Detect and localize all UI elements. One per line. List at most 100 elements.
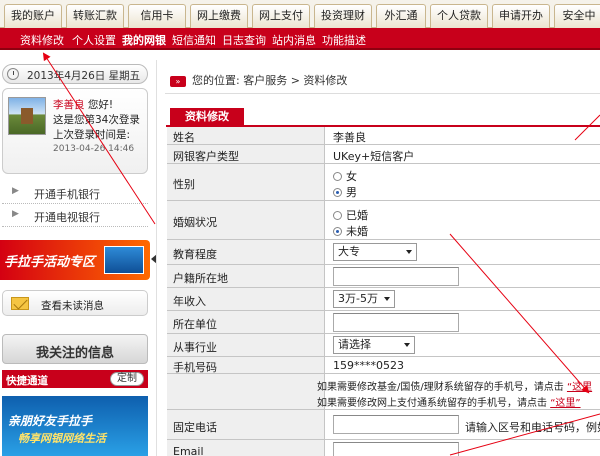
- quick-access-bar: 快捷通道 定制: [2, 370, 148, 388]
- form-row-mobile-notes: 如果需要修改基金/国债/理财系统留存的手机号，请点击 “这里 如果需要修改网上支…: [167, 374, 600, 410]
- subnav-feature-desc[interactable]: 功能描述: [322, 32, 366, 48]
- divider: [156, 60, 157, 456]
- education-label: 教育程度: [173, 248, 217, 261]
- chevron-down-icon: [384, 297, 390, 301]
- tab-online-pay[interactable]: 网上支付: [252, 4, 310, 28]
- form-row-hukou: 户籍所在地: [167, 265, 600, 288]
- radio-button[interactable]: [333, 188, 342, 197]
- user-name: 李善良: [53, 99, 85, 111]
- landline-hint: 请输入区号和电话号码，例如:: [465, 421, 600, 434]
- tab-investment[interactable]: 投资理财: [314, 4, 372, 28]
- tab-forex[interactable]: 外汇通: [376, 4, 426, 28]
- sub-navigation: 资料修改 个人设置 我的网银 短信通知 日志查询 站内消息 功能描述: [0, 28, 600, 50]
- form-row-employer: 所在单位: [167, 311, 600, 334]
- email-input[interactable]: [333, 442, 459, 456]
- customer-type-label: 网银客户类型: [173, 150, 239, 163]
- hukou-label: 户籍所在地: [173, 272, 228, 285]
- subnav-sms-notice[interactable]: 短信通知: [172, 32, 216, 48]
- last-login-label: 上次登录时间是:: [53, 129, 131, 141]
- promo-banner-handinhand[interactable]: 手拉手活动专区: [0, 240, 150, 280]
- form-row-mobile: 手机号码 159****0523: [167, 357, 600, 374]
- user-info-panel: 李善良 您好! 这是您第34次登录 上次登录时间是: 2013-04-26 14…: [2, 88, 148, 174]
- unread-messages-button[interactable]: 查看未读消息: [2, 290, 148, 316]
- income-label: 年收入: [173, 295, 206, 308]
- tab-bill-payment[interactable]: 网上缴费: [190, 4, 248, 28]
- marital-option-single[interactable]: 未婚: [333, 223, 368, 239]
- promo-banner-ebank-life[interactable]: 亲朋好友手拉手 畅享网银网络生活: [2, 396, 148, 456]
- mobile-value: 159****0523: [333, 359, 404, 372]
- breadcrumb: » 您的位置: 客户服务 > 资料修改: [170, 72, 347, 88]
- link-here-fund[interactable]: “这里: [567, 382, 592, 393]
- chevron-right-icon: ▶: [12, 186, 19, 196]
- tab-transfer[interactable]: 转账汇款: [66, 4, 124, 28]
- customer-type-value: UKey+短信客户: [333, 150, 415, 163]
- chevron-down-icon: [406, 250, 412, 254]
- clock-icon: [7, 68, 19, 80]
- customize-button[interactable]: 定制: [110, 372, 144, 386]
- mobile-label: 手机号码: [173, 361, 217, 374]
- tab-security[interactable]: 安全中: [554, 4, 600, 28]
- sidebar-item-tv-banking[interactable]: ▶ 开通电视银行: [2, 205, 148, 227]
- form-row-name: 姓名 李善良: [167, 127, 600, 145]
- form-row-customer-type: 网银客户类型 UKey+短信客户: [167, 145, 600, 164]
- greeting: 您好!: [87, 99, 114, 111]
- form-tab-profile-edit[interactable]: 资料修改: [170, 108, 244, 126]
- double-arrow-icon: »: [170, 75, 186, 87]
- last-login-time: 2013-04-26 14:46: [53, 144, 135, 154]
- tab-personal-loan[interactable]: 个人贷款: [430, 4, 488, 28]
- marital-option-married[interactable]: 已婚: [333, 207, 368, 223]
- hukou-input[interactable]: [333, 267, 459, 286]
- note-fund-mobile: 如果需要修改基金/国债/理财系统留存的手机号，请点击 “这里: [317, 382, 593, 393]
- radio-button[interactable]: [333, 172, 342, 181]
- quick-access-title: 快捷通道: [6, 375, 48, 387]
- income-select[interactable]: 3万-5万: [333, 290, 395, 308]
- date-display: 2013年4月26日 星期五: [2, 64, 148, 84]
- promo-label: 手拉手活动专区: [4, 255, 96, 270]
- subnav-personal-settings[interactable]: 个人设置: [72, 32, 116, 48]
- avatar: [8, 97, 46, 135]
- sidebar-item-mobile-banking[interactable]: ▶ 开通手机银行: [2, 182, 148, 204]
- tab-credit-card[interactable]: 信用卡: [128, 4, 186, 28]
- breadcrumb-prefix: 您的位置:: [192, 74, 240, 87]
- note-pay-mobile: 如果需要修改网上支付通系统留存的手机号，请点击 “这里”: [317, 398, 581, 409]
- radio-button[interactable]: [333, 211, 342, 220]
- industry-label: 从事行业: [173, 341, 217, 354]
- education-select[interactable]: 大专: [333, 243, 417, 261]
- envelope-icon: [11, 297, 29, 310]
- chevron-down-icon: [404, 343, 410, 347]
- subnav-log-query[interactable]: 日志查询: [222, 32, 266, 48]
- gender-label: 性别: [173, 178, 195, 191]
- industry-select[interactable]: 请选择: [333, 336, 415, 354]
- subnav-site-messages[interactable]: 站内消息: [272, 32, 316, 48]
- employer-label: 所在单位: [173, 318, 217, 331]
- tab-my-account[interactable]: 我的账户: [4, 4, 62, 28]
- form-row-income: 年收入 3万-5万: [167, 288, 600, 311]
- form-row-education: 教育程度 大专: [167, 240, 600, 265]
- form-row-landline: 固定电话 请输入区号和电话号码，例如:: [167, 410, 600, 440]
- unread-messages-label: 查看未读消息: [41, 300, 104, 312]
- landline-label: 固定电话: [173, 421, 217, 434]
- subnav-profile-edit[interactable]: 资料修改: [20, 32, 64, 48]
- divider: [165, 93, 600, 94]
- followed-info-header: 我关注的信息: [2, 334, 148, 364]
- chevron-right-icon: ▶: [12, 209, 19, 219]
- email-label: Email: [173, 445, 204, 456]
- current-date: 2013年4月26日 星期五: [27, 70, 141, 82]
- marital-label: 婚姻状况: [173, 216, 217, 229]
- gender-option-male[interactable]: 男: [333, 184, 357, 200]
- name-value: 李善良: [333, 131, 366, 144]
- top-navigation: 我的账户 转账汇款 信用卡 网上缴费 网上支付 投资理财 外汇通 个人贷款 申请…: [0, 0, 600, 28]
- radio-button[interactable]: [333, 227, 342, 236]
- gender-option-female[interactable]: 女: [333, 168, 357, 184]
- tab-apply[interactable]: 申请开办: [492, 4, 550, 28]
- promo-image: [104, 246, 144, 274]
- landline-input[interactable]: [333, 415, 459, 434]
- subnav-my-ebank[interactable]: 我的网银: [122, 32, 166, 48]
- form-row-marital: 婚姻状况 已婚 未婚: [167, 201, 600, 240]
- form-row-gender: 性别 女 男: [167, 164, 600, 201]
- form-row-industry: 从事行业 请选择: [167, 334, 600, 357]
- form-row-email: Email: [167, 440, 600, 456]
- employer-input[interactable]: [333, 313, 459, 332]
- name-label: 姓名: [173, 131, 195, 144]
- link-here-pay[interactable]: “这里”: [550, 398, 580, 409]
